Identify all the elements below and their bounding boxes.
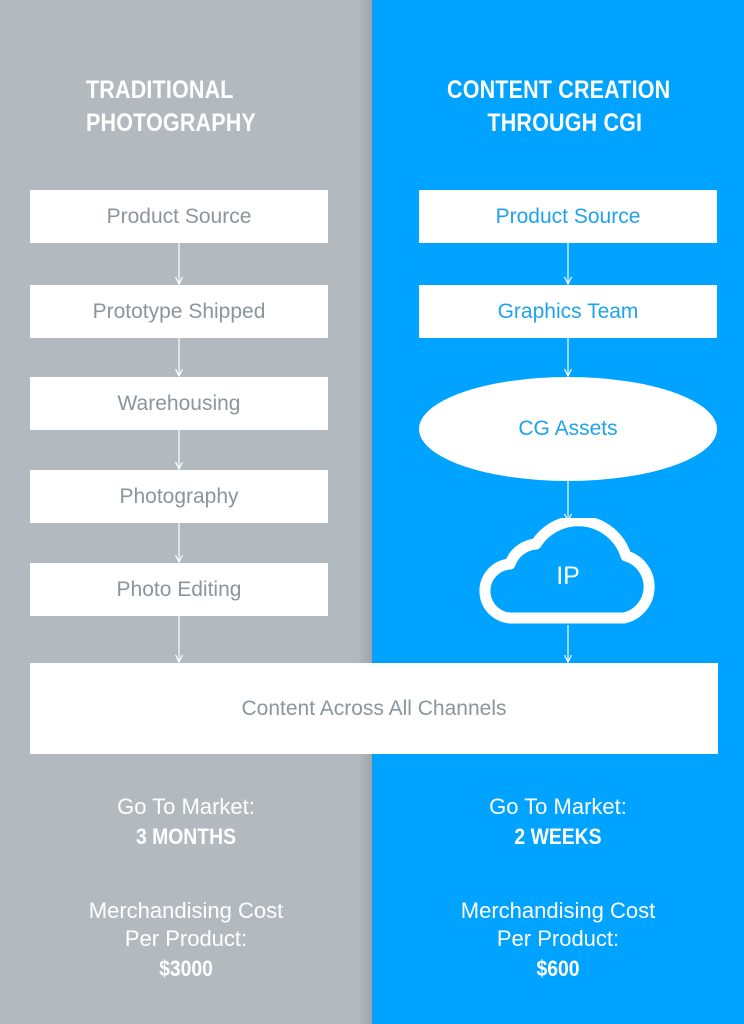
go-to-market-label: Go To Market:	[117, 794, 255, 819]
step-photo-editing: Photo Editing	[30, 563, 328, 616]
step-cg-assets: CG Assets	[419, 377, 717, 481]
step-label: Prototype Shipped	[92, 299, 266, 323]
traditional-heading: TRADITIONAL PHOTOGRAPHY	[86, 74, 256, 140]
cost-label: Per Product:	[124, 926, 248, 951]
cgi-heading: CONTENT CREATION THROUGH CGI	[447, 74, 670, 140]
cgi-stats: Go To Market: 2 WEEKS Merchandising Cost…	[372, 793, 744, 985]
heading-line: THROUGH CGI	[487, 109, 643, 137]
go-to-market-label: Go To Market:	[489, 794, 627, 819]
cloud-ip-label: IP	[556, 562, 580, 590]
go-to-market-value: 2 WEEKS	[514, 824, 602, 849]
step-label: Photo Editing	[116, 577, 242, 601]
heading-line: CONTENT CREATION	[447, 76, 671, 104]
go-to-market-value: 3 MONTHS	[135, 824, 237, 849]
step-prototype-shipped: Prototype Shipped	[30, 285, 328, 338]
step-label: Product Source	[495, 204, 641, 228]
traditional-stats: Go To Market: 3 MONTHS Merchandising Cos…	[0, 793, 372, 985]
step-photography: Photography	[30, 470, 328, 523]
arrow-down-icon	[174, 243, 184, 285]
step-graphics-team: Graphics Team	[419, 285, 717, 338]
arrow-down-icon	[563, 243, 573, 285]
arrow-down-icon	[563, 481, 573, 522]
arrow-down-icon	[563, 625, 573, 663]
arrow-down-icon	[174, 430, 184, 470]
cost-label: Merchandising Cost	[460, 898, 656, 923]
step-warehousing: Warehousing	[30, 377, 328, 430]
step-content-across-channels: Content Across All Channels	[30, 663, 718, 754]
arrow-down-icon	[174, 616, 184, 663]
cost-label: Per Product:	[496, 926, 620, 951]
arrow-down-icon	[563, 338, 573, 377]
step-label: Graphics Team	[497, 299, 639, 323]
step-product-source-right: Product Source	[419, 190, 717, 243]
heading-line: PHOTOGRAPHY	[86, 109, 256, 137]
arrow-down-icon	[174, 523, 184, 563]
step-label: Content Across All Channels	[241, 696, 507, 720]
step-label: Warehousing	[117, 391, 241, 415]
cost-value: $3000	[159, 956, 213, 981]
cost-value: $600	[536, 956, 580, 981]
heading-line: TRADITIONAL	[86, 76, 234, 104]
arrow-down-icon	[174, 338, 184, 377]
step-label: Product Source	[106, 204, 252, 228]
step-product-source-left: Product Source	[30, 190, 328, 243]
step-label: CG Assets	[518, 417, 618, 440]
step-label: Photography	[119, 484, 239, 508]
cost-label: Merchandising Cost	[88, 898, 284, 923]
